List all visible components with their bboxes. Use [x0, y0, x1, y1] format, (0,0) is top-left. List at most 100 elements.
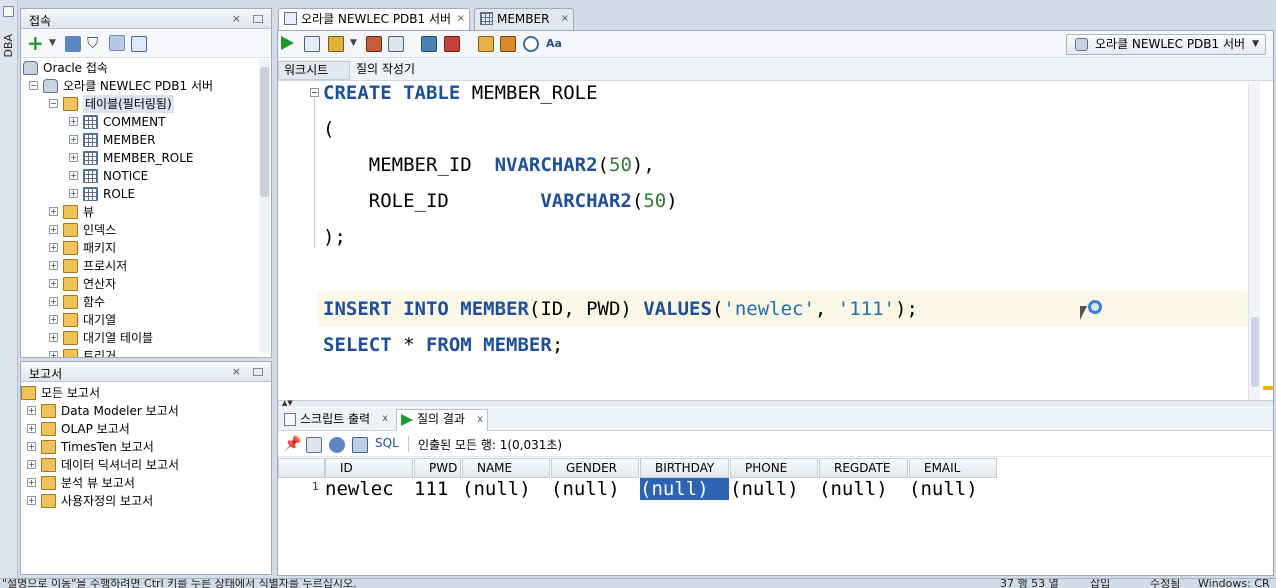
grid-cell[interactable]: (null)	[551, 478, 639, 500]
column-header[interactable]: PWD	[414, 458, 461, 478]
expand-toggle-icon[interactable]: +	[49, 333, 58, 342]
tree-item[interactable]: + 대기열	[21, 311, 257, 329]
expand-toggle-icon[interactable]: +	[49, 315, 58, 324]
add-connection-icon[interactable]: +	[27, 33, 44, 53]
editor-scrollbar[interactable]	[1248, 82, 1260, 400]
expand-toggle-icon[interactable]: +	[49, 225, 58, 234]
tab-worksheet[interactable]: 오라클 NEWLEC PDB1 서버 ×	[278, 8, 470, 30]
expand-toggle-icon[interactable]: +	[69, 189, 78, 198]
tree-item[interactable]: − 테이블(필터링됨)	[21, 95, 257, 113]
tab-query-result[interactable]: 질의 결과 x	[396, 409, 488, 431]
sql-editor[interactable]: − CREATE TABLE MEMBER_ROLE ( MEMBER_ID N…	[278, 82, 1262, 400]
collapse-all-icon[interactable]	[131, 36, 147, 52]
column-header[interactable]: NAME	[462, 458, 550, 478]
tab-script-output[interactable]: 스크립트 출력 x	[280, 410, 392, 430]
close-icon[interactable]: ×	[457, 9, 465, 29]
expand-toggle-icon[interactable]: +	[49, 243, 58, 252]
expand-toggle-icon[interactable]: +	[69, 135, 78, 144]
filter-icon[interactable]: ⛉	[87, 36, 103, 52]
column-header[interactable]: ID	[325, 458, 413, 478]
column-header[interactable]: REGDATE	[819, 458, 908, 478]
tab-worksheet-sub[interactable]: 워크시트	[278, 61, 350, 80]
expand-toggle-icon[interactable]: +	[69, 153, 78, 162]
explain-plan-icon[interactable]	[388, 36, 404, 52]
connections-scrollbar[interactable]	[259, 59, 270, 353]
column-header[interactable]: EMAIL	[909, 458, 997, 478]
grid-cell[interactable]: (null)	[640, 478, 729, 500]
freeze-icon[interactable]	[352, 437, 368, 453]
grid-cell[interactable]: (null)	[462, 478, 550, 500]
dropdown-arrow-icon[interactable]: ▼	[350, 38, 366, 54]
refresh-icon[interactable]	[65, 36, 81, 52]
expand-toggle-icon[interactable]: +	[49, 261, 58, 270]
rollback-icon[interactable]	[366, 36, 382, 52]
close-icon[interactable]: ×	[232, 365, 241, 378]
expand-toggle-icon[interactable]: +	[27, 478, 36, 487]
expand-toggle-icon[interactable]: −	[29, 81, 38, 90]
tree-item[interactable]: + 프로시저	[21, 257, 257, 275]
dropdown-arrow-icon[interactable]: ▼	[49, 36, 65, 52]
tree-item[interactable]: + 연산자	[21, 275, 257, 293]
tree-item[interactable]: + 함수	[21, 293, 257, 311]
column-header[interactable]: GENDER	[551, 458, 639, 478]
grid-cell[interactable]: (null)	[909, 478, 997, 500]
expand-toggle-icon[interactable]: +	[49, 207, 58, 216]
tree-item[interactable]: + NOTICE	[21, 167, 257, 185]
tree-item[interactable]: + 사용자정의 보고서	[21, 492, 257, 510]
tree-item[interactable]: − 오라클 NEWLEC PDB1 서버	[21, 77, 257, 95]
tree-item[interactable]: + 패키지	[21, 239, 257, 257]
scroll-thumb[interactable]	[1251, 317, 1259, 387]
close-icon[interactable]: x	[382, 410, 388, 428]
expand-toggle-icon[interactable]: +	[27, 424, 36, 433]
grid-cell[interactable]: newlec	[325, 478, 413, 500]
sql-tuning-icon[interactable]	[478, 36, 494, 52]
expand-toggle-icon[interactable]: +	[27, 406, 36, 415]
expand-toggle-icon[interactable]: +	[69, 117, 78, 126]
tab-query-builder[interactable]: 질의 작성기	[356, 61, 436, 80]
tree-item[interactable]: Oracle 접속	[21, 59, 257, 77]
sql-link[interactable]: SQL	[375, 436, 399, 450]
grid-cell[interactable]: (null)	[819, 478, 908, 500]
tab-member[interactable]: MEMBER ×	[474, 8, 574, 30]
minimize-icon[interactable]	[253, 368, 263, 376]
column-header[interactable]: PHONE	[730, 458, 818, 478]
expand-toggle-icon[interactable]: +	[27, 460, 36, 469]
commit-icon[interactable]	[328, 36, 344, 52]
close-icon[interactable]: ×	[232, 12, 241, 25]
tree-item[interactable]: + 트리거	[21, 347, 257, 357]
pin-icon[interactable]: 📌	[284, 437, 301, 453]
restore-icon[interactable]	[3, 6, 14, 17]
grid-cell[interactable]: (null)	[730, 478, 818, 500]
grid-cell[interactable]: 111	[414, 478, 461, 500]
run-script-icon[interactable]	[304, 36, 320, 52]
expand-toggle-icon[interactable]: +	[49, 279, 58, 288]
format-icon[interactable]: Aa	[546, 36, 562, 52]
cancel-icon[interactable]	[444, 36, 460, 52]
tree-item[interactable]: + TimesTen 보고서	[21, 438, 257, 456]
refresh-icon[interactable]	[329, 437, 345, 453]
tree-item[interactable]: + 대기열 테이블	[21, 329, 257, 347]
tree-item[interactable]: + 분석 뷰 보고서	[21, 474, 257, 492]
tree-item[interactable]: + 인덱스	[21, 221, 257, 239]
tree-item[interactable]: + Data Modeler 보고서	[21, 402, 257, 420]
tree-item[interactable]: + 뷰	[21, 203, 257, 221]
autotrace-icon[interactable]	[421, 36, 437, 52]
expand-toggle-icon[interactable]: +	[27, 442, 36, 451]
expand-toggle-icon[interactable]: +	[69, 171, 78, 180]
tree-item[interactable]: 모든 보고서	[21, 384, 257, 402]
close-icon[interactable]: ×	[561, 9, 569, 29]
clear-icon[interactable]	[500, 36, 516, 52]
expand-toggle-icon[interactable]: −	[49, 99, 58, 108]
column-header[interactable]: BIRTHDAY	[640, 458, 729, 478]
tree-item[interactable]: + COMMENT	[21, 113, 257, 131]
history-icon[interactable]	[523, 36, 539, 52]
tree-item[interactable]: + MEMBER_ROLE	[21, 149, 257, 167]
scroll-thumb[interactable]	[260, 67, 269, 197]
expand-toggle-icon[interactable]: +	[49, 351, 58, 357]
splitter[interactable]: ▲▼	[278, 399, 1273, 407]
run-statement-icon[interactable]	[281, 36, 294, 50]
tree-item[interactable]: + 데이터 딕셔너리 보고서	[21, 456, 257, 474]
expand-toggle-icon[interactable]: +	[49, 297, 58, 306]
splitter-arrows-icon[interactable]: ▲▼	[282, 399, 293, 407]
minimize-icon[interactable]	[253, 15, 263, 23]
